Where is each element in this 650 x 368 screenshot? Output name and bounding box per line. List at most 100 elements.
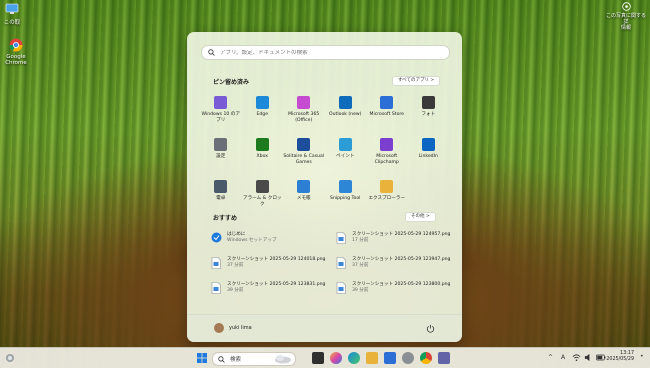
ime-indicator[interactable]: A: [561, 354, 565, 361]
snipping-tool-icon[interactable]: [402, 352, 414, 364]
pinned-app[interactable]: 電卓: [200, 178, 242, 214]
user-name: yuki lima: [229, 325, 252, 331]
pinned-app-label: Snipping Tool: [330, 196, 361, 201]
file-explorer-icon[interactable]: [366, 352, 378, 364]
pinned-app[interactable]: 設定: [200, 136, 242, 172]
pinned-app-label: Outlook (new): [329, 112, 362, 117]
pinned-app[interactable]: フォト: [408, 94, 450, 130]
desktop-icon-label: Google Chrome: [5, 54, 27, 66]
spotlight-info-text: この写真に関する詳 情報: [605, 13, 646, 31]
start-search-input[interactable]: [220, 49, 440, 56]
image-file-icon: [336, 257, 347, 269]
wifi-icon[interactable]: [572, 353, 581, 362]
pinned-app[interactable]: Edge: [242, 94, 284, 130]
pinned-app[interactable]: Xbox: [242, 136, 284, 172]
recommended-subtitle: 39 分前: [227, 288, 244, 293]
recommended-text: スクリーンショット 2025-05-29 124018.png 37 分前: [227, 257, 325, 269]
linkedin-icon: [421, 138, 435, 151]
windows-start-icon[interactable]: [196, 352, 208, 364]
recommended-subtitle: 37 分前: [227, 263, 244, 268]
recommended-subtitle: 17 分前: [352, 238, 369, 243]
recommended-list: はじめに Windows セットアップスクリーンショット 2025-05-29 1…: [211, 232, 451, 298]
pinned-app-label: エクスプローラー: [368, 196, 406, 201]
copilot-icon[interactable]: [330, 352, 342, 364]
recommended-text: スクリーンショット 2025-05-29 123947.png 37 分前: [352, 257, 450, 269]
recommended-text: スクリーンショット 2025-05-29 123831.png 39 分前: [227, 282, 325, 294]
pinned-app[interactable]: Outlook (new): [325, 94, 367, 130]
avatar: [214, 323, 224, 333]
weather-widget-icon[interactable]: [4, 352, 16, 364]
xbox-icon: [255, 138, 269, 151]
pinned-app-label: LinkedIn: [418, 154, 438, 159]
pinned-app[interactable]: Windows 10 のアプリ: [200, 94, 242, 130]
pinned-app-label: アラーム & クロック: [242, 196, 282, 207]
battery-icon[interactable]: [596, 353, 606, 362]
pinned-app[interactable]: メモ帳: [283, 178, 325, 214]
recommended-text: スクリーンショット 2025-05-29 124957.png 17 分前: [352, 232, 450, 244]
pinned-app-label: Microsoft Store: [369, 112, 404, 117]
pinned-app-label: Microsoft 365 (Office): [288, 112, 320, 123]
recommended-subtitle: 37 分前: [352, 263, 369, 268]
pinned-app-label: ペイント: [336, 154, 355, 159]
recommended-text: はじめに Windows セットアップ: [227, 232, 277, 244]
taskbar-search[interactable]: 検索: [212, 352, 296, 366]
taskbar: 検索 ^ A 13:17 2025/05/29 •: [0, 347, 650, 368]
desktop-icon-this-pc[interactable]: この取: [0, 2, 32, 26]
pinned-app[interactable]: Snipping Tool: [325, 178, 367, 214]
start-footer: yuki lima: [187, 314, 462, 342]
this-pc-icon: [5, 2, 19, 16]
windows-apps-icon: [214, 96, 228, 109]
start-search-box[interactable]: [201, 45, 450, 60]
search-icon: [218, 355, 225, 363]
pinned-app[interactable]: Microsoft Store: [366, 94, 408, 130]
volume-icon[interactable]: [584, 353, 593, 362]
settings-gear-icon: [214, 138, 228, 151]
recommended-subtitle: 39 分前: [352, 288, 369, 293]
edge-icon[interactable]: [348, 352, 360, 364]
chrome-icon[interactable]: [420, 352, 432, 364]
user-account-button[interactable]: yuki lima: [214, 323, 252, 333]
paint-icon: [338, 138, 352, 151]
image-file-icon: [336, 232, 347, 244]
recommended-subtitle: Windows セットアップ: [227, 238, 277, 243]
desktop-icon-google-chrome[interactable]: Google Chrome: [0, 38, 36, 66]
more-recommended-button[interactable]: その他 >: [405, 212, 436, 222]
alarm-clock-icon: [255, 180, 269, 193]
recommended-item[interactable]: はじめに Windows セットアップ: [211, 232, 336, 248]
calculator-icon: [214, 180, 228, 193]
pinned-title: ピン留め済み: [213, 79, 250, 86]
m365-icon: [297, 96, 311, 109]
power-icon[interactable]: [426, 324, 435, 333]
recommended-item[interactable]: スクリーンショット 2025-05-29 124957.png 17 分前: [336, 232, 451, 248]
image-file-icon: [211, 282, 222, 294]
pinned-app[interactable]: Microsoft Clipchamp: [366, 136, 408, 172]
pinned-app[interactable]: Solitaire & Casual Games: [283, 136, 325, 172]
pinned-app[interactable]: Microsoft 365 (Office): [283, 94, 325, 130]
image-file-icon: [211, 257, 222, 269]
store-icon[interactable]: [384, 352, 396, 364]
solitaire-icon: [297, 138, 311, 151]
photos-icon: [421, 96, 435, 109]
teams-icon[interactable]: [438, 352, 450, 364]
spotlight-info[interactable]: この写真に関する詳 情報: [604, 2, 648, 31]
all-apps-button[interactable]: すべてのアプリ >: [392, 76, 441, 86]
taskbar-clock[interactable]: 13:17 2025/05/29: [606, 351, 634, 363]
recommended-item[interactable]: スクリーンショット 2025-05-29 123947.png 37 分前: [336, 257, 451, 273]
pinned-app-label: Microsoft Clipchamp: [374, 154, 399, 165]
recommended-item[interactable]: スクリーンショット 2025-05-29 123800.png 39 分前: [336, 282, 451, 298]
pinned-app[interactable]: エクスプローラー: [366, 178, 408, 214]
search-icon: [208, 49, 215, 56]
recommended-item[interactable]: スクリーンショット 2025-05-29 124018.png 37 分前: [211, 257, 336, 273]
pinned-app-label: Windows 10 のアプリ: [201, 112, 240, 123]
pinned-app-label: Solitaire & Casual Games: [283, 154, 325, 165]
recommended-title: おすすめ: [213, 215, 238, 222]
task-view-icon[interactable]: [312, 352, 324, 364]
search-highlight-icon: [275, 355, 291, 364]
pinned-app[interactable]: ペイント: [325, 136, 367, 172]
pinned-app[interactable]: アラーム & クロック: [242, 178, 284, 214]
chevron-up-icon[interactable]: ^: [548, 354, 553, 361]
notification-bell-icon[interactable]: •: [640, 353, 644, 360]
recommended-item[interactable]: スクリーンショット 2025-05-29 123831.png 39 分前: [211, 282, 336, 298]
file-explorer-icon: [380, 180, 394, 193]
pinned-app[interactable]: LinkedIn: [408, 136, 450, 172]
